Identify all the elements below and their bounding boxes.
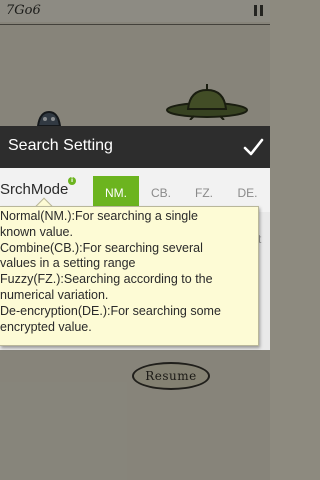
tooltip-line: Combine(CB.):For searching several	[0, 240, 203, 255]
info-icon[interactable]: i	[68, 177, 76, 185]
search-setting-header: Search Setting	[0, 126, 270, 168]
dialog-title: Search Setting	[8, 137, 113, 154]
tab-combine[interactable]: CB.	[139, 176, 183, 210]
tooltip-line: numerical variation.	[0, 287, 109, 302]
search-mode-label: SrchMode	[0, 181, 69, 198]
tooltip-line: Fuzzy(FZ.):Searching according to the	[0, 272, 213, 287]
tooltip-line: De-encryption(DE.):For searching some	[0, 303, 221, 318]
search-mode-tooltip: Normal(NM.):For searching a single known…	[0, 206, 259, 346]
tab-fuzzy[interactable]: FZ.	[183, 176, 225, 210]
tooltip-line: Normal(NM.):For searching a single	[0, 209, 198, 223]
tooltip-line: known value.	[0, 224, 73, 239]
tooltip-line: encrypted value.	[0, 319, 92, 334]
tab-normal[interactable]: NM.	[93, 176, 139, 210]
tooltip-line: values in a setting range	[0, 256, 136, 271]
check-icon[interactable]	[242, 136, 264, 158]
tab-de-encryption[interactable]: DE.	[225, 176, 270, 210]
